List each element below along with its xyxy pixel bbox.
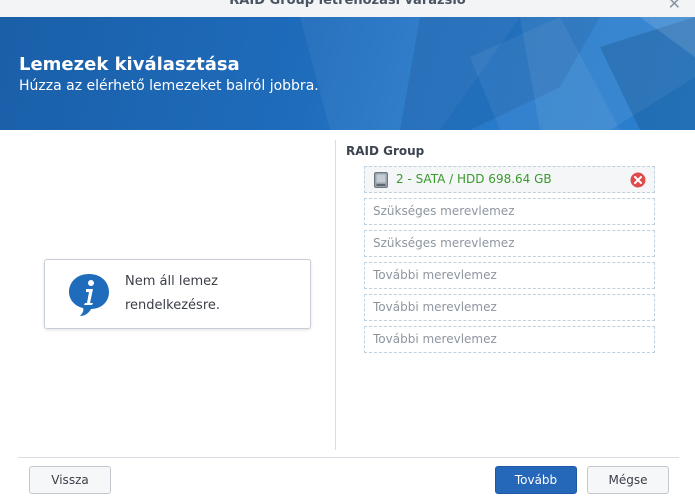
selected-disk-label: 2 - SATA / HDD 698.64 GB: [396, 172, 552, 186]
window-titlebar: RAID Group létrehozási varázsló ✕: [0, 0, 695, 17]
raid-slot[interactable]: Szükséges merevlemez: [364, 230, 655, 257]
window-title: RAID Group létrehozási varázsló: [229, 0, 466, 8]
page-title: Lemezek kiválasztása: [19, 54, 240, 75]
cancel-button[interactable]: Mégse: [587, 466, 669, 494]
raid-slot[interactable]: További merevlemez: [364, 294, 655, 321]
info-icon: [69, 274, 109, 316]
footer-divider: [18, 457, 679, 458]
raid-slot[interactable]: További merevlemez: [364, 326, 655, 353]
no-disk-available-box: Nem áll lemez rendelkezésre.: [44, 259, 311, 329]
remove-icon[interactable]: [630, 172, 646, 188]
raid-group-label: RAID Group: [346, 144, 425, 158]
close-icon[interactable]: ✕: [668, 0, 681, 13]
hdd-icon: [374, 172, 388, 188]
page-subtitle: Húzza az elérhető lemezeket balról jobbr…: [19, 78, 319, 94]
panel-divider: [335, 140, 336, 450]
back-button[interactable]: Vissza: [29, 466, 111, 494]
raid-slot[interactable]: További merevlemez: [364, 262, 655, 289]
selected-disk-slot[interactable]: 2 - SATA / HDD 698.64 GB: [364, 166, 655, 193]
no-disk-message: Nem áll lemez rendelkezésre.: [125, 274, 221, 313]
next-button[interactable]: Tovább: [495, 466, 577, 494]
raid-slot[interactable]: Szükséges merevlemez: [364, 198, 655, 225]
wizard-header: Lemezek kiválasztása Húzza az elérhető l…: [0, 17, 695, 130]
